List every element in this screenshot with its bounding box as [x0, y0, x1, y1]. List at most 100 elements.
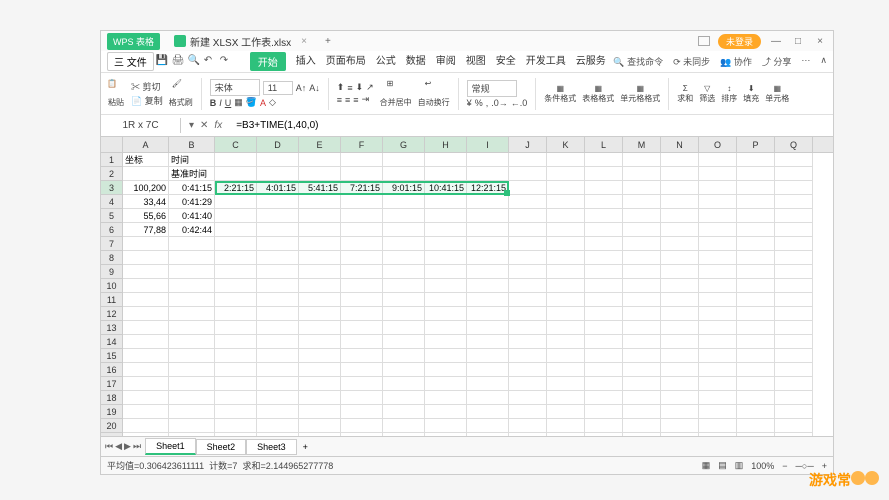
cell-J6[interactable]: [509, 223, 547, 237]
col-head-C[interactable]: C: [215, 137, 257, 152]
col-head-G[interactable]: G: [383, 137, 425, 152]
cell-G8[interactable]: [383, 251, 425, 265]
cells-area[interactable]: 坐标时间基准时间100,2000:41:152:21:154:01:155:41…: [123, 153, 833, 436]
cell-L5[interactable]: [585, 209, 623, 223]
cell-K13[interactable]: [547, 321, 585, 335]
cell-N10[interactable]: [661, 279, 699, 293]
cell-M17[interactable]: [623, 377, 661, 391]
row-head-14[interactable]: 14: [101, 335, 122, 349]
cell-Q19[interactable]: [775, 405, 813, 419]
italic-button[interactable]: I: [219, 98, 222, 108]
cell-F6[interactable]: [341, 223, 383, 237]
cell-G21[interactable]: [383, 433, 425, 436]
cell-D7[interactable]: [257, 237, 299, 251]
cell-P17[interactable]: [737, 377, 775, 391]
tab-dev[interactable]: 开发工具: [526, 52, 566, 71]
indent-icon[interactable]: ⇥: [362, 94, 370, 105]
cell-H2[interactable]: [425, 167, 467, 181]
sheet-prev-icon[interactable]: ◀: [115, 441, 122, 452]
cell-K11[interactable]: [547, 293, 585, 307]
cell-K15[interactable]: [547, 349, 585, 363]
cell-D16[interactable]: [257, 363, 299, 377]
align-center-icon[interactable]: ≡: [345, 95, 350, 105]
col-head-E[interactable]: E: [299, 137, 341, 152]
cell-E1[interactable]: [299, 153, 341, 167]
cell-M4[interactable]: [623, 195, 661, 209]
cell-C21[interactable]: [215, 433, 257, 436]
row-head-13[interactable]: 13: [101, 321, 122, 335]
cell-J17[interactable]: [509, 377, 547, 391]
tab-review[interactable]: 审阅: [436, 52, 456, 71]
cell-B1[interactable]: 时间: [169, 153, 215, 167]
row-head-9[interactable]: 9: [101, 265, 122, 279]
cell-M15[interactable]: [623, 349, 661, 363]
cell-I21[interactable]: [467, 433, 509, 436]
cell-M12[interactable]: [623, 307, 661, 321]
cell-G4[interactable]: [383, 195, 425, 209]
fill-button[interactable]: ⬇填充: [743, 84, 759, 104]
tab-view[interactable]: 视图: [466, 52, 486, 71]
cell-P19[interactable]: [737, 405, 775, 419]
cell-M1[interactable]: [623, 153, 661, 167]
cell-O17[interactable]: [699, 377, 737, 391]
cell-M13[interactable]: [623, 321, 661, 335]
cell-I6[interactable]: [467, 223, 509, 237]
comma-icon[interactable]: ,: [486, 98, 489, 108]
cell-K8[interactable]: [547, 251, 585, 265]
cell-H1[interactable]: [425, 153, 467, 167]
cell-B3[interactable]: 0:41:15: [169, 181, 215, 195]
cell-I14[interactable]: [467, 335, 509, 349]
cell-J12[interactable]: [509, 307, 547, 321]
cell-N13[interactable]: [661, 321, 699, 335]
cell-N6[interactable]: [661, 223, 699, 237]
cell-N18[interactable]: [661, 391, 699, 405]
cell-L18[interactable]: [585, 391, 623, 405]
cell-Q5[interactable]: [775, 209, 813, 223]
align-top-icon[interactable]: ⬆: [337, 82, 345, 93]
cell-B21[interactable]: [169, 433, 215, 436]
cell-E8[interactable]: [299, 251, 341, 265]
cell-Q14[interactable]: [775, 335, 813, 349]
cell-D19[interactable]: [257, 405, 299, 419]
copy-button[interactable]: 📄 复制: [131, 94, 163, 107]
cell-B4[interactable]: 0:41:29: [169, 195, 215, 209]
cell-P8[interactable]: [737, 251, 775, 265]
row-head-18[interactable]: 18: [101, 391, 122, 405]
name-box[interactable]: 1R x 7C: [101, 118, 181, 133]
cell-O4[interactable]: [699, 195, 737, 209]
cell-I1[interactable]: [467, 153, 509, 167]
tab-security[interactable]: 安全: [496, 52, 516, 71]
cell-P2[interactable]: [737, 167, 775, 181]
row-head-20[interactable]: 20: [101, 419, 122, 433]
cell-N4[interactable]: [661, 195, 699, 209]
cell-J15[interactable]: [509, 349, 547, 363]
view-page-icon[interactable]: ▤: [718, 460, 727, 471]
cell-G11[interactable]: [383, 293, 425, 307]
row-head-17[interactable]: 17: [101, 377, 122, 391]
cell-D8[interactable]: [257, 251, 299, 265]
cell-D18[interactable]: [257, 391, 299, 405]
cell-I16[interactable]: [467, 363, 509, 377]
cell-G17[interactable]: [383, 377, 425, 391]
more-icon[interactable]: ⋯: [801, 55, 810, 68]
cell-F5[interactable]: [341, 209, 383, 223]
cell-D5[interactable]: [257, 209, 299, 223]
percent-icon[interactable]: %: [475, 98, 483, 108]
cell-D20[interactable]: [257, 419, 299, 433]
cell-Q11[interactable]: [775, 293, 813, 307]
cell-N1[interactable]: [661, 153, 699, 167]
cell-M11[interactable]: [623, 293, 661, 307]
cell-B12[interactable]: [169, 307, 215, 321]
cell-M19[interactable]: [623, 405, 661, 419]
cell-I3[interactable]: 12:21:15: [467, 181, 509, 195]
cut-button[interactable]: ✂ 剪切: [131, 80, 161, 93]
cell-C13[interactable]: [215, 321, 257, 335]
cell-L16[interactable]: [585, 363, 623, 377]
cell-C17[interactable]: [215, 377, 257, 391]
cell-D6[interactable]: [257, 223, 299, 237]
cell-P7[interactable]: [737, 237, 775, 251]
cell-Q15[interactable]: [775, 349, 813, 363]
col-head-B[interactable]: B: [169, 137, 215, 152]
cell-I18[interactable]: [467, 391, 509, 405]
cell-H17[interactable]: [425, 377, 467, 391]
